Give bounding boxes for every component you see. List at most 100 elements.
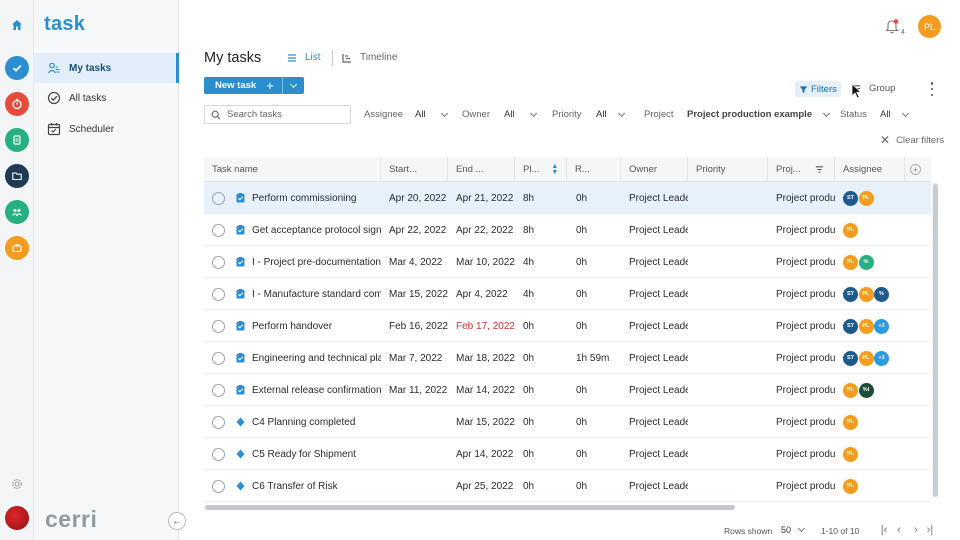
table-row[interactable]: C5 Ready for Shipment Apr 14, 2022 0h 0h Pro… (204, 438, 931, 470)
search-input[interactable] (227, 109, 342, 120)
assignee-avatar[interactable]: PL (858, 190, 874, 206)
complete-task-radio[interactable] (212, 351, 225, 365)
task-name-cell[interactable]: C6 Transfer of Risk (236, 470, 381, 502)
task-name-cell[interactable]: C4 Planning completed (236, 406, 381, 438)
column-header-owner[interactable]: Owner (621, 157, 688, 182)
new-task-dropdown-button[interactable] (282, 77, 304, 94)
time-tracking-icon[interactable] (5, 92, 29, 116)
assignees-cell[interactable]: PL (843, 214, 905, 246)
task-name-cell[interactable]: Get acceptance protocol signed (236, 214, 381, 246)
assignees-cell[interactable]: ST PL +3 (843, 342, 905, 374)
table-row[interactable]: Get acceptance protocol signed Apr 22, 20… (204, 214, 931, 246)
column-header-end[interactable]: End ... (448, 157, 515, 182)
horizontal-scrollbar[interactable] (205, 505, 735, 510)
table-row[interactable]: Perform commissioning Apr 20, 2022 Apr 21,… (204, 182, 931, 214)
assignees-cell[interactable]: ST PL% (843, 278, 905, 310)
column-header-assignee[interactable]: Assignee (835, 157, 905, 182)
task-name-cell[interactable]: C5 Ready for Shipment (236, 438, 381, 470)
assignees-cell[interactable]: PL% (843, 246, 905, 278)
last-page-icon[interactable]: ›| (924, 523, 936, 537)
assignee-avatar[interactable]: PL (843, 478, 858, 494)
table-row[interactable]: I - Manufacture standard components Mar 1… (204, 278, 931, 310)
column-header-start[interactable]: Start... (381, 157, 448, 182)
table-row[interactable]: External release confirmation Mar 11, 202… (204, 374, 931, 406)
complete-task-radio[interactable] (212, 255, 225, 269)
task-name-cell[interactable]: I - Project pre-documentation (236, 246, 381, 278)
notification-bell-icon[interactable] (884, 18, 900, 34)
project-filter-select[interactable]: Project production example (687, 109, 831, 120)
clear-filters-button[interactable]: ✕ Clear filters (880, 133, 944, 147)
folder-app-icon[interactable] (5, 164, 29, 188)
page-size-select[interactable]: 50 (781, 524, 806, 535)
assignee-filter-select[interactable]: All (415, 109, 448, 120)
complete-task-radio[interactable] (212, 383, 225, 397)
sidebar-item-scheduler[interactable]: Scheduler (34, 114, 179, 144)
table-row[interactable]: Perform handover Feb 16, 2022 Feb 17, 2022… (204, 310, 931, 342)
previous-page-icon[interactable]: ‹ (893, 523, 905, 537)
briefcase-app-icon[interactable] (5, 236, 29, 260)
table-row[interactable]: C6 Transfer of Risk Apr 25, 2022 0h 0h Proje… (204, 470, 931, 502)
documents-app-icon[interactable] (5, 128, 29, 152)
assignee-avatar[interactable]: ST (843, 350, 858, 366)
assignees-cell[interactable]: ST PL +2 (843, 310, 905, 342)
assignee-avatar[interactable]: %I (858, 382, 874, 398)
tab-list[interactable]: List (287, 52, 321, 63)
task-name-cell[interactable]: External release confirmation (236, 374, 381, 406)
complete-task-radio[interactable] (212, 479, 225, 493)
assignee-avatar[interactable]: PL (843, 446, 858, 462)
table-row[interactable]: I - Project pre-documentation Mar 4, 2022… (204, 246, 931, 278)
assignee-avatar[interactable]: +2 (874, 318, 889, 334)
sidebar-item-my-tasks[interactable]: My tasks (34, 53, 179, 83)
task-name-cell[interactable]: Perform handover (236, 310, 381, 342)
assignee-avatar[interactable]: PL (843, 414, 858, 430)
assignee-avatar[interactable]: PL (858, 286, 874, 302)
more-options-icon[interactable] (930, 82, 934, 96)
assignee-avatar[interactable]: PL (843, 382, 858, 398)
user-avatar[interactable]: PL (918, 15, 941, 38)
task-name-cell[interactable]: Engineering and technical planning (236, 342, 381, 374)
add-column-button[interactable]: + (905, 157, 931, 182)
assignee-avatar[interactable]: % (874, 286, 889, 302)
column-filter-icon[interactable] (815, 165, 824, 174)
owner-filter-select[interactable]: All (504, 109, 537, 120)
app-logo[interactable]: task (44, 13, 85, 36)
assignees-cell[interactable]: PL %I (843, 374, 905, 406)
complete-task-radio[interactable] (212, 447, 225, 461)
vertical-scrollbar[interactable] (933, 184, 938, 497)
assignee-avatar[interactable]: PL (858, 318, 874, 334)
priority-filter-select[interactable]: All (596, 109, 625, 120)
sidebar-item-all-tasks[interactable]: All tasks (34, 83, 179, 113)
filters-button[interactable]: Filters (795, 81, 841, 97)
tasks-app-icon[interactable] (5, 56, 29, 80)
column-header-priority[interactable]: Priority (688, 157, 768, 182)
assignee-avatar[interactable]: PL (843, 254, 858, 270)
complete-task-radio[interactable] (212, 191, 225, 205)
assignee-avatar[interactable]: +3 (874, 350, 889, 366)
column-header-planned[interactable]: Pl... ▲ ▼ (515, 157, 567, 182)
status-filter-select[interactable]: All (880, 109, 909, 120)
task-name-cell[interactable]: Perform commissioning (236, 182, 381, 214)
new-task-button[interactable]: New task + (204, 78, 282, 93)
column-header-remaining[interactable]: R... (567, 157, 621, 182)
complete-task-radio[interactable] (212, 287, 225, 301)
tab-timeline[interactable]: Timeline (342, 52, 397, 63)
first-page-icon[interactable]: |‹ (878, 523, 890, 537)
column-header-project[interactable]: Proj... (768, 157, 835, 182)
company-logo-avatar[interactable] (5, 506, 29, 530)
team-app-icon[interactable] (5, 200, 29, 224)
assignees-cell[interactable]: PL (843, 470, 905, 502)
home-icon[interactable] (5, 13, 29, 37)
assignees-cell[interactable]: ST PL (843, 182, 905, 214)
assignee-avatar[interactable]: ST (843, 190, 858, 206)
table-row[interactable]: Engineering and technical planning Mar 7,… (204, 342, 931, 374)
assignee-avatar[interactable]: PL (843, 222, 858, 238)
complete-task-radio[interactable] (212, 415, 225, 429)
complete-task-radio[interactable] (212, 223, 225, 237)
task-name-cell[interactable]: I - Manufacture standard components (236, 278, 381, 310)
column-header-task-name[interactable]: Task name (204, 157, 381, 182)
assignee-avatar[interactable]: PL (858, 350, 874, 366)
assignee-avatar[interactable]: ST (843, 318, 858, 334)
assignee-avatar[interactable]: ST (843, 286, 858, 302)
assignees-cell[interactable]: PL (843, 406, 905, 438)
table-row[interactable]: C4 Planning completed Mar 15, 2022 0h 0h Pro… (204, 406, 931, 438)
